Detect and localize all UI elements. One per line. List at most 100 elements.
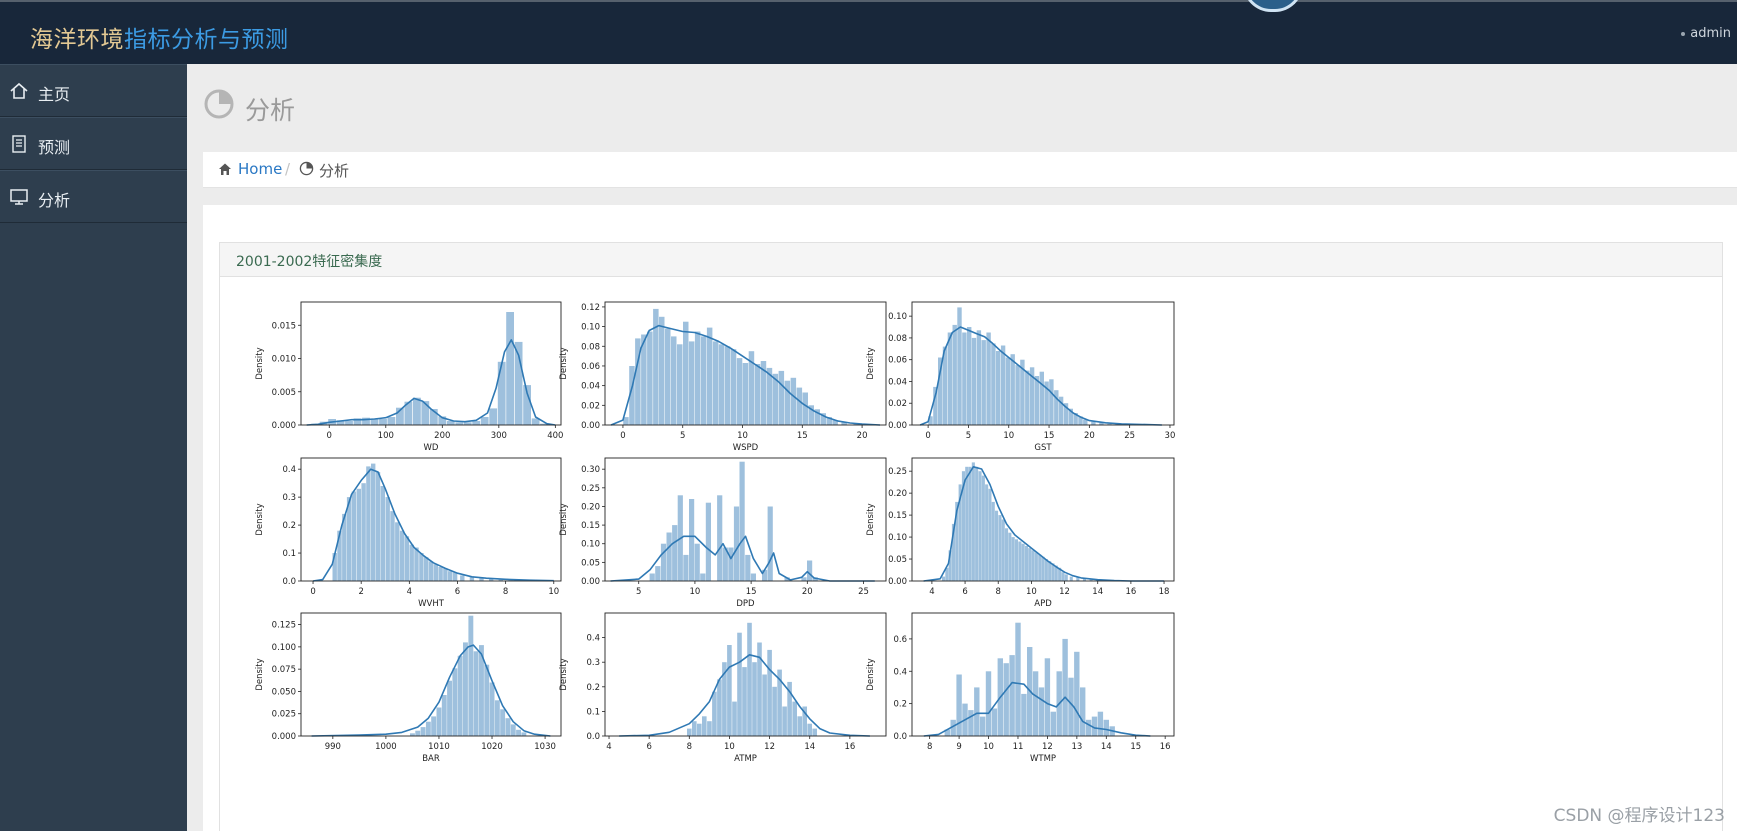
y-tick-label: 0.20 — [581, 502, 600, 512]
x-axis-label: WD — [424, 443, 439, 453]
sidebar-item-analysis[interactable]: 分析 — [0, 170, 187, 223]
histogram-bar — [995, 510, 999, 581]
histogram-bar — [1064, 574, 1068, 581]
histogram-bar — [473, 651, 479, 736]
histogram-bar — [484, 664, 490, 736]
histogram-bar — [413, 397, 421, 425]
histogram-bar — [1097, 711, 1104, 736]
y-tick-label: 0.0 — [282, 577, 296, 587]
x-tick-label: 2 — [358, 587, 363, 597]
x-tick-label: 5 — [966, 431, 971, 441]
histogram-bar — [448, 571, 453, 581]
x-tick-label: 15 — [1130, 742, 1141, 752]
histogram-bar — [463, 642, 468, 736]
x-tick-label: 0 — [327, 431, 332, 441]
x-tick-label: 12 — [1059, 587, 1070, 597]
user-menu[interactable]: admin — [1681, 26, 1731, 41]
histogram-bar — [1034, 552, 1038, 581]
sidebar-item-label: 主页 — [38, 85, 71, 104]
y-tick-label: 0.3 — [586, 658, 600, 668]
x-tick-label: 20 — [1084, 431, 1095, 441]
x-axis-label: WVHT — [418, 599, 445, 609]
histogram-bar — [1005, 357, 1011, 425]
histogram-bar — [1041, 556, 1045, 581]
histogram-bar — [747, 622, 752, 736]
histogram-bar — [991, 343, 996, 425]
x-tick-label: 15 — [797, 431, 808, 441]
y-tick-label: 0.10 — [888, 312, 907, 322]
x-tick-label: 14 — [1092, 587, 1103, 597]
y-tick-label: 0.4 — [586, 634, 600, 644]
histogram-bar — [1021, 543, 1025, 581]
histogram-bar — [1031, 550, 1035, 582]
y-tick-label: 0.1 — [282, 549, 296, 559]
sidebar-item-predict[interactable]: 预测 — [0, 117, 187, 170]
histogram-bar — [1032, 671, 1039, 736]
y-tick-label: 0.000 — [272, 421, 296, 431]
histogram-bar — [745, 554, 751, 581]
histogram-bar — [505, 718, 511, 736]
x-tick-label: 14 — [804, 742, 815, 752]
histogram-bar — [425, 721, 431, 736]
x-axis-label: GST — [1034, 443, 1052, 453]
sidebar-item-home[interactable]: 主页 — [0, 64, 187, 117]
histogram-bar — [1034, 376, 1040, 425]
histogram-bar — [516, 729, 521, 736]
histogram-bar — [1103, 719, 1109, 736]
y-tick-label: 0.050 — [272, 687, 296, 697]
histogram-bar — [420, 727, 426, 736]
y-tick-label: 0.15 — [888, 511, 907, 521]
app-brand[interactable]: 海洋环境指标分析与预测 — [30, 20, 289, 54]
x-tick-label: 8 — [927, 742, 932, 752]
pie-chart-icon — [299, 161, 314, 176]
y-tick-label: 0.2 — [586, 683, 600, 693]
histogram-bar — [702, 716, 707, 736]
histogram-bar — [706, 327, 713, 425]
x-tick-label: 0 — [620, 431, 625, 441]
chart-dpd: 5 10 15 20 25 0.00 0.05 0.10 0.15 0.20 0.25 0.30 DPD… — [559, 457, 887, 609]
histogram-bar — [762, 674, 767, 736]
x-tick-label: 10 — [737, 431, 748, 441]
histogram-bar — [991, 501, 995, 581]
histogram-bar — [1011, 537, 1015, 581]
histogram-bar — [1044, 658, 1051, 736]
x-tick-label: 6 — [646, 742, 651, 752]
chart-wvht: 0 2 4 6 8 10 0.0 0.1 0.2 0.3 0.4 WVHT Density — [255, 457, 562, 609]
y-tick-label: 0.2 — [282, 521, 296, 531]
y-tick-label: 0.1 — [586, 707, 600, 717]
x-tick-label: 20 — [857, 431, 868, 441]
breadcrumb-current: 分析 — [319, 162, 350, 180]
chart-apd: 4 6 8 10 12 14 16 18 0.00 0.05 0.10 0.15 0.20 0.25 APD… — [866, 457, 1175, 609]
histogram-bar — [452, 668, 458, 736]
histogram-bar — [694, 331, 701, 425]
y-tick-label: 0.05 — [581, 558, 600, 568]
histogram-bar — [1008, 532, 1012, 581]
y-tick-label: 0.025 — [272, 710, 296, 720]
x-tick-label: 16 — [844, 742, 855, 752]
histogram-bar — [978, 471, 982, 581]
histogram-bar — [641, 334, 647, 425]
x-tick-label: 990 — [325, 742, 341, 752]
histogram-bar — [1044, 559, 1048, 581]
x-tick-label: 25 — [1124, 431, 1135, 441]
histogram-bar — [1015, 622, 1021, 736]
breadcrumb-home-link[interactable]: Home — [238, 160, 282, 178]
x-tick-label: 10 — [983, 742, 994, 752]
x-tick-label: 18 — [1159, 587, 1170, 597]
histogram-bar — [712, 341, 719, 425]
x-axis-label: APD — [1034, 599, 1052, 609]
histogram-bar — [742, 363, 749, 425]
x-tick-label: 13 — [1071, 742, 1082, 752]
y-tick-label: 0.010 — [272, 355, 296, 365]
brand-part1: 海洋环境 — [30, 27, 124, 53]
x-tick-label: 400 — [547, 431, 563, 441]
histogram-bar — [707, 721, 712, 736]
histogram-bar — [790, 377, 797, 425]
histogram-bar — [472, 421, 481, 425]
histogram-bar — [414, 547, 419, 581]
x-tick-label: 6 — [962, 587, 967, 597]
histogram-bar — [689, 499, 695, 581]
histogram-bar — [732, 701, 737, 736]
y-tick-label: 0.02 — [581, 401, 600, 411]
x-axis-label: WTMP — [1030, 754, 1056, 764]
